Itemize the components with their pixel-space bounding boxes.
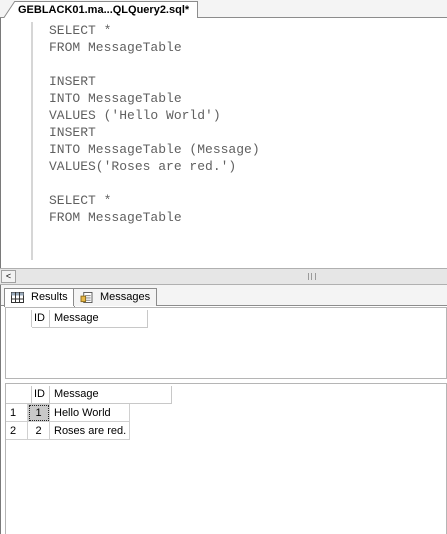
code-line: VALUES('Roses are red.') [49,159,237,174]
code-line: INSERT [49,125,96,140]
column-header-message[interactable]: Message [50,386,172,403]
query-document-tab-title: GEBLACK01.ma...QLQuery2.sql* [18,4,190,16]
result-grid-1-header: ID Message [6,310,446,327]
editor-horizontal-scrollbar[interactable]: < [0,268,447,285]
sql-editor[interactable]: SELECT * FROM MessageTable INSERT INTO Mess… [0,18,447,268]
scroll-left-arrow-icon[interactable]: < [1,270,16,283]
tab-results[interactable]: Results [4,288,75,307]
row-header-corner [6,310,32,327]
cell-id[interactable]: 2 [28,422,50,440]
column-header-message[interactable]: Message [50,310,148,327]
code-line: INTO MessageTable [49,91,182,106]
tab-results-label: Results [31,291,68,303]
editor-gutter-marker [31,22,33,260]
results-tabstrip: Results Messages [1,285,447,307]
cell-message[interactable]: Roses are red. [50,422,130,440]
column-header-id[interactable]: ID [32,386,50,403]
result-grid-2[interactable]: ID Message 1 1 Hello World 2 2 Roses are… [5,383,447,534]
header-underline [32,327,148,328]
code-line: SELECT * [49,23,112,38]
code-line: SELECT * [49,193,112,208]
tab-messages-label: Messages [100,291,151,303]
row-header-corner [6,386,32,403]
tab-slant-edge [3,1,16,19]
cell-message[interactable]: Hello World [50,404,130,422]
scroll-thumb-grip[interactable] [308,273,316,280]
query-document-tab[interactable]: GEBLACK01.ma...QLQuery2.sql* [3,1,199,19]
grid-icon [11,292,24,303]
code-line: VALUES ('Hello World') [49,108,221,123]
tab-messages[interactable]: Messages [73,288,158,306]
row-number[interactable]: 2 [6,422,28,440]
column-header-id[interactable]: ID [32,310,50,327]
code-line: INSERT [49,74,96,89]
sql-code[interactable]: SELECT * FROM MessageTable INSERT INTO Mess… [49,22,260,226]
code-line: FROM MessageTable [49,210,182,225]
messages-icon [80,292,93,303]
result-grid-1[interactable]: ID Message [5,307,447,379]
cell-id[interactable]: 1 [28,404,50,422]
results-pane: Results Messages ID Message ID Message 1… [0,285,447,534]
code-line: FROM MessageTable [49,40,182,55]
document-tabstrip: GEBLACK01.ma...QLQuery2.sql* [0,0,447,19]
result-grid-2-header: ID Message [6,386,446,403]
row-number[interactable]: 1 [6,404,28,422]
code-line: INTO MessageTable (Message) [49,142,260,157]
